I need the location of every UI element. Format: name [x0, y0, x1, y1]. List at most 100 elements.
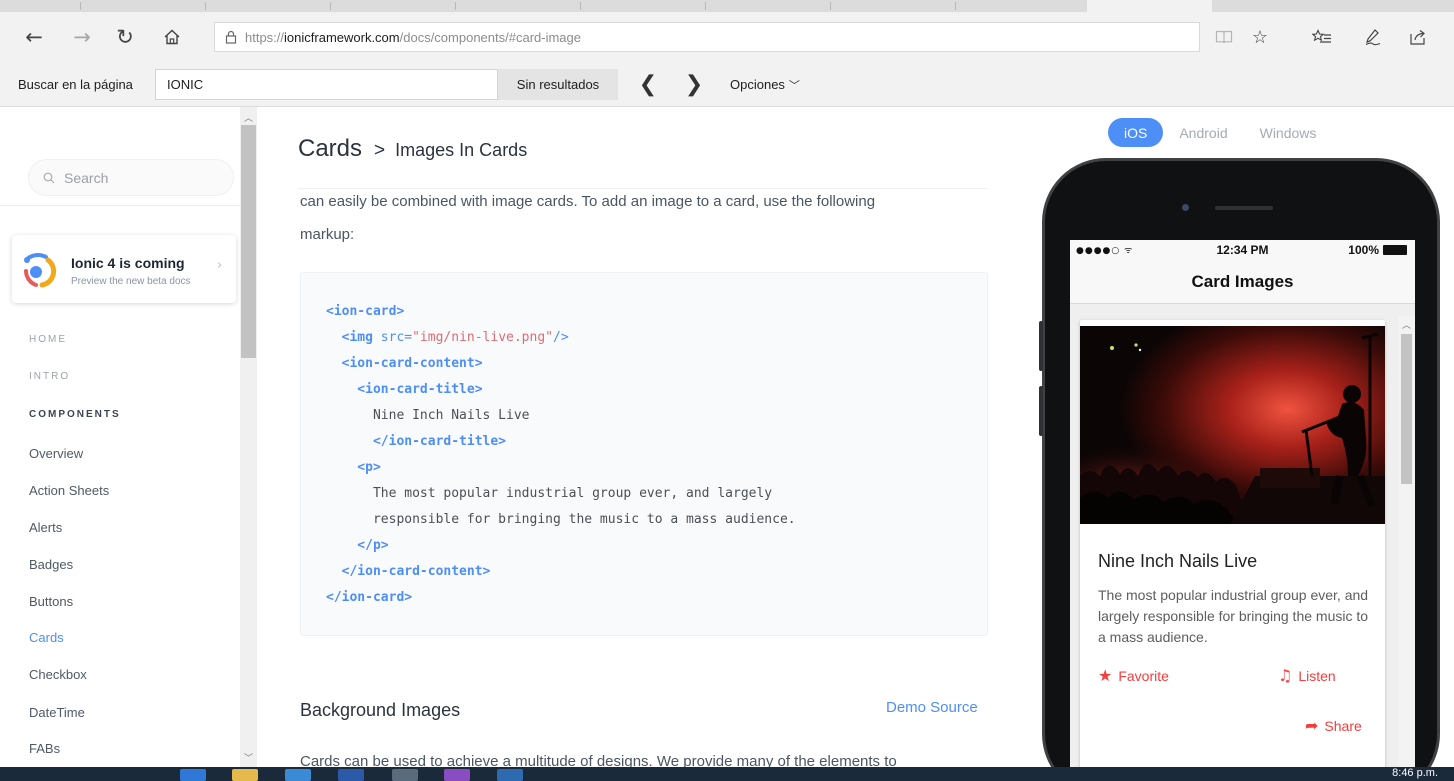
code-token: <ion-card-title> — [326, 382, 483, 397]
scroll-up-icon[interactable]: ︿ — [1398, 316, 1415, 332]
url-host: ionicframework.com — [284, 29, 400, 45]
code-line: <img src="img/nin-live.png"/> — [326, 325, 796, 351]
windows-taskbar: 8:46 p.m. — [0, 767, 1454, 781]
find-previous-button[interactable]: ❮ — [634, 62, 662, 107]
find-input[interactable]: IONIC — [155, 69, 498, 100]
refresh-button[interactable]: ↻ — [105, 12, 145, 62]
notes-button[interactable] — [1357, 12, 1389, 62]
sidebar-scrollbar[interactable]: ︿ ﹀ — [240, 107, 257, 767]
taskbar-app-icon[interactable] — [180, 769, 206, 781]
intro-line: markup: — [300, 226, 355, 243]
sidebar-item-overview[interactable]: Overview — [29, 446, 83, 461]
sidebar-item-components[interactable]: COMPONENTS — [29, 409, 121, 420]
breadcrumb-cards[interactable]: Cards — [298, 135, 362, 163]
code-token: Nine Inch Nails Live — [326, 408, 530, 423]
sidebar-item-checkbox[interactable]: Checkbox — [29, 667, 87, 682]
chevron-right-icon: ❯ — [684, 72, 704, 97]
sidebar-divider — [0, 205, 240, 206]
reading-view-button[interactable] — [1208, 12, 1240, 62]
scroll-up-icon[interactable]: ︿ — [240, 109, 257, 125]
taskbar-app-icon[interactable] — [338, 769, 364, 781]
battery-icon — [1383, 245, 1407, 255]
code-token: The most popular industrial group ever, … — [326, 486, 773, 501]
sidebar-item-badges[interactable]: Badges — [29, 557, 73, 572]
taskbar-app-icon[interactable] — [232, 769, 258, 781]
share-label: Share — [1324, 717, 1362, 734]
find-options-label: Opciones — [730, 77, 785, 92]
arrow-right-icon: → — [73, 25, 91, 49]
favorite-label: Favorite — [1118, 667, 1169, 684]
taskbar-app-icon[interactable] — [392, 769, 418, 781]
code-token: <p> — [326, 460, 381, 475]
home-button[interactable] — [152, 12, 192, 62]
favorite-card-button[interactable]: ★ Favorite — [1098, 666, 1169, 685]
sidebar-item-datetime[interactable]: DateTime — [29, 705, 85, 720]
breadcrumb-current: Images In Cards — [395, 140, 528, 160]
taskbar-app-icon[interactable] — [285, 769, 311, 781]
tab-separator — [830, 2, 831, 10]
code-block: <ion-card> <img src="img/nin-live.png"/>… — [300, 272, 988, 636]
tab-separator — [80, 2, 81, 10]
taskbar-app-icon[interactable] — [444, 769, 470, 781]
share-card-button[interactable]: ➦ Share — [1305, 716, 1362, 735]
sidebar-search-input[interactable]: Search — [28, 159, 234, 196]
platform-tab-windows[interactable]: Windows — [1244, 118, 1333, 147]
arrow-left-icon: ← — [25, 25, 43, 49]
ionic4-promo-card[interactable]: Ionic 4 is coming Preview the new beta d… — [12, 235, 236, 303]
section-title: Background Images — [300, 700, 461, 720]
chevron-down-icon: ﹀ — [788, 78, 800, 92]
platform-tab-android[interactable]: Android — [1163, 118, 1243, 147]
tab-separator — [580, 2, 581, 10]
sidebar-item-fabs[interactable]: FABs — [29, 741, 60, 756]
url-path: /docs/components/#card-image — [399, 29, 581, 45]
listen-label: Listen — [1298, 667, 1336, 684]
sidebar-item-home[interactable]: HOME — [29, 334, 67, 345]
refresh-icon: ↻ — [116, 25, 134, 49]
sidebar-item-buttons[interactable]: Buttons — [29, 594, 73, 609]
code-token: <img — [326, 330, 381, 345]
status-battery: 100% — [1348, 243, 1407, 257]
demo-source-link[interactable]: Demo Source — [886, 699, 978, 716]
find-status: Sin resultados — [498, 69, 618, 100]
sidebar-item-alerts[interactable]: Alerts — [29, 520, 62, 535]
find-next-button[interactable]: ❯ — [680, 62, 708, 107]
code-text: <ion-card> <img src="img/nin-live.png"/>… — [326, 299, 796, 611]
favorite-button[interactable]: ☆ — [1244, 12, 1276, 62]
code-line: </ion-card-content> — [326, 559, 796, 585]
sidebar-scroll-thumb[interactable] — [241, 125, 256, 358]
address-bar[interactable]: https://ionicframework.com/docs/componen… — [214, 22, 1200, 52]
active-tab[interactable] — [1087, 0, 1212, 12]
code-line: </p> — [326, 533, 796, 559]
code-line: <ion-card> — [326, 299, 796, 325]
pen-icon — [1365, 29, 1381, 46]
find-label: Buscar en la página — [18, 77, 133, 92]
find-options-button[interactable]: Opciones ﹀ — [730, 62, 800, 107]
sidebar-item-cards[interactable]: Cards — [29, 630, 64, 645]
back-button[interactable]: ← — [14, 12, 54, 62]
code-line: <ion-card-title> — [326, 377, 796, 403]
battery-percent: 100% — [1348, 243, 1379, 257]
sidebar-item-action-sheets[interactable]: Action Sheets — [29, 483, 109, 498]
favorites-hub-button[interactable] — [1306, 12, 1338, 62]
preview-scroll-thumb[interactable] — [1401, 334, 1412, 484]
star-icon: ★ — [1098, 666, 1113, 685]
sidebar-search-placeholder: Search — [64, 169, 109, 186]
listen-card-button[interactable]: ♫ Listen — [1278, 666, 1336, 685]
share-button[interactable] — [1402, 12, 1434, 62]
music-note-icon: ♫ — [1278, 666, 1293, 685]
taskbar-app-icon[interactable] — [497, 769, 523, 781]
tab-strip — [0, 0, 1454, 12]
sidebar-item-intro[interactable]: INTRO — [29, 371, 70, 382]
lock-icon — [225, 30, 237, 44]
ionic-logo-icon — [24, 253, 57, 288]
code-line: </ion-card> — [326, 585, 796, 611]
platform-tab-ios[interactable]: iOS — [1108, 118, 1164, 147]
phone-volume-button — [1039, 386, 1043, 436]
header-divider — [298, 188, 988, 189]
intro-line: can easily be combined with image cards.… — [300, 193, 876, 210]
phone-camera — [1182, 204, 1189, 211]
preview-scrollbar[interactable]: ︿ — [1398, 316, 1415, 770]
forward-button[interactable]: → — [62, 12, 102, 62]
scroll-down-icon[interactable]: ﹀ — [240, 749, 257, 765]
promo-subtitle: Preview the new beta docs — [71, 276, 191, 287]
